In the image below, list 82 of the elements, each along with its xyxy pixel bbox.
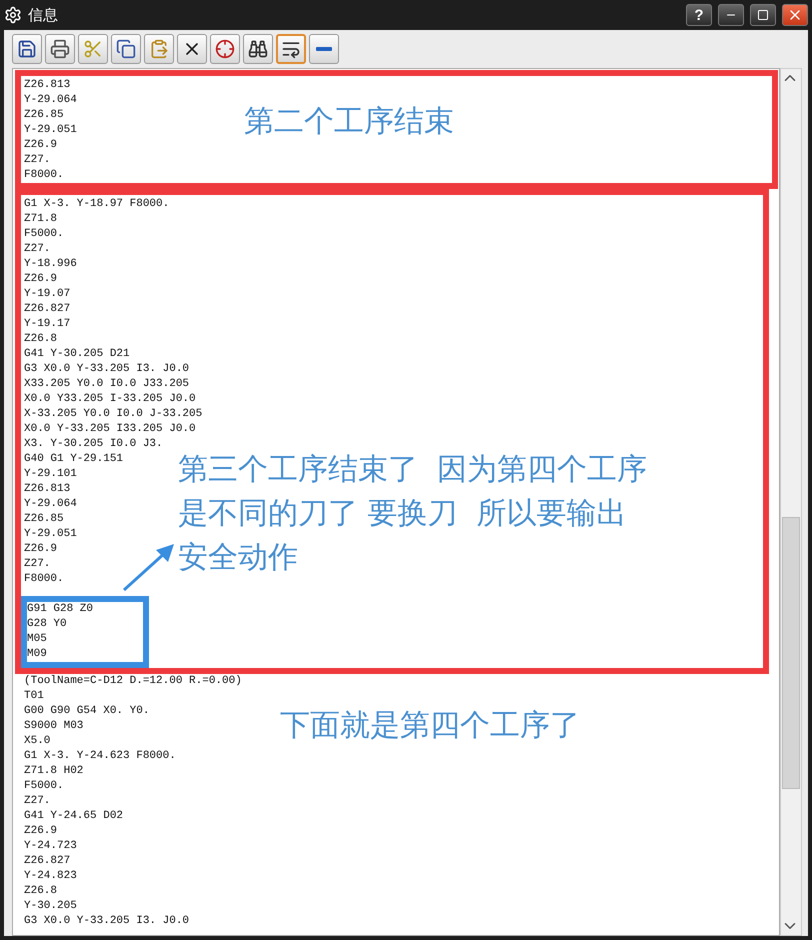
code-line: (ToolName=C-D12 D.=12.00 R.=0.00) (24, 674, 242, 689)
scroll-thumb[interactable] (782, 517, 800, 789)
code-line: F8000. (24, 168, 64, 183)
crosshair-icon (215, 39, 235, 59)
window-title: 信息 (28, 6, 59, 24)
annotation-text: 第三个工序结束了 因为第四个工序 是不同的刀了 要换刀 所以要输出 安全动作 (178, 451, 648, 577)
code-line: Y-29.064 (24, 497, 77, 512)
code-line: X3. Y-30.205 I0.0 J3. (24, 437, 163, 452)
code-line: G1 X-3. Y-18.97 F8000. (24, 197, 170, 212)
code-line: Z26.8 (24, 332, 58, 347)
code-line: Z26.9 (24, 272, 58, 287)
code-line: F5000. (24, 227, 64, 242)
save-button[interactable] (12, 34, 42, 64)
code-line: M05 (27, 632, 47, 647)
code-line: X0.0 Y33.205 I-33.205 J0.0 (24, 392, 196, 407)
code-line: G91 G28 Z0 (27, 602, 94, 617)
code-line: Y-30.205 (24, 899, 77, 914)
code-line: T01 (24, 689, 44, 704)
code-line: Z26.813 (24, 78, 70, 93)
settings-icon[interactable] (4, 6, 22, 24)
scrollbar[interactable] (780, 68, 802, 936)
code-line: Y-29.051 (24, 123, 77, 138)
code-line: Z26.9 (24, 542, 58, 557)
code-line: X5.0 (24, 734, 50, 749)
code-line: G3 X0.0 Y-33.205 I3. J0.0 (24, 914, 190, 929)
minus-button[interactable] (309, 34, 339, 64)
code-line: G41 Y-24.65 D02 (24, 809, 124, 824)
code-line: Y-24.723 (24, 839, 77, 854)
code-line: F5000. (24, 779, 64, 794)
code-line: Z26.85 (24, 108, 64, 123)
code-line: G28 Y0 (27, 617, 67, 632)
annotation-text: 第二个工序结束 (244, 103, 454, 141)
code-line: G41 Y-30.205 D21 (24, 347, 130, 362)
code-line: Z26.813 (24, 482, 70, 497)
code-line: Z26.85 (24, 512, 64, 527)
code-line: F8000. (24, 572, 64, 587)
code-line: Y-29.101 (24, 467, 77, 482)
code-line: Y-18.996 (24, 257, 77, 272)
code-line: Z26.9 (24, 138, 58, 153)
code-line: Z71.8 H02 (24, 764, 84, 779)
copy-icon (116, 39, 136, 59)
code-line: Y-29.051 (24, 527, 77, 542)
code-line: Y-19.17 (24, 317, 70, 332)
code-line: X0.0 Y-33.205 I33.205 J0.0 (24, 422, 196, 437)
code-line: Y-19.07 (24, 287, 70, 302)
binoculars-icon (248, 39, 268, 59)
code-line: Z26.827 (24, 302, 70, 317)
help-button[interactable]: ? (686, 4, 712, 26)
code-line: X-33.205 Y0.0 I0.0 J-33.205 (24, 407, 202, 422)
code-line: Y-24.823 (24, 869, 77, 884)
code-line: X33.205 Y0.0 I0.0 J33.205 (24, 377, 190, 392)
code-line: S9000 M03 (24, 719, 84, 734)
printer-icon (50, 39, 70, 59)
save-icon (17, 39, 37, 59)
code-line: Z27. (24, 794, 50, 809)
wrap-text-button[interactable] (276, 34, 306, 64)
annotation-text: 下面就是第四个工序了 (280, 707, 580, 745)
code-line: Z71.8 (24, 212, 58, 227)
code-line: G00 G90 G54 X0. Y0. (24, 704, 150, 719)
maximize-button[interactable] (750, 4, 776, 26)
close-button[interactable] (782, 4, 808, 26)
code-line: G3 X0.0 Y-33.205 I3. J0.0 (24, 362, 190, 377)
code-line: G1 X-3. Y-24.623 F8000. (24, 749, 176, 764)
code-line: Z27. (24, 153, 50, 168)
code-line: Z26.827 (24, 854, 70, 869)
printer-button[interactable] (45, 34, 75, 64)
code-line: Z27. (24, 242, 50, 257)
minimize-button[interactable] (718, 4, 744, 26)
crosshair-button[interactable] (210, 34, 240, 64)
maximize-icon (757, 9, 769, 21)
binoculars-button[interactable] (243, 34, 273, 64)
minus-icon (316, 47, 332, 51)
code-line: Y-29.064 (24, 93, 77, 108)
delete-button[interactable] (177, 34, 207, 64)
code-line: M09 (27, 647, 47, 662)
copy-button[interactable] (111, 34, 141, 64)
scissors-icon (83, 39, 103, 59)
paste-icon (149, 39, 169, 59)
code-line: Z27. (24, 557, 50, 572)
code-line: G40 G1 Y-29.151 (24, 452, 124, 467)
code-line: Z26.9 (24, 824, 58, 839)
code-line: Z26.8 (24, 884, 58, 899)
